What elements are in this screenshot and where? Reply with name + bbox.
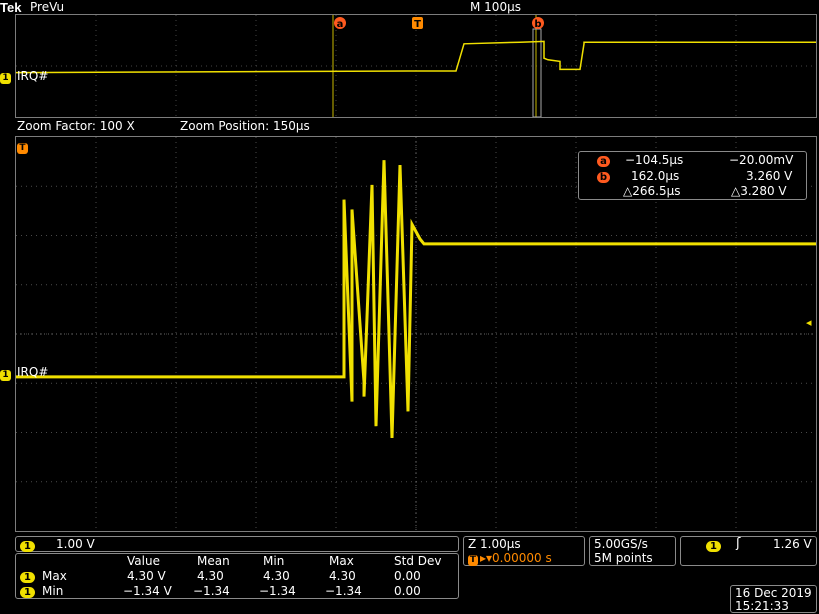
meas-row-max-stddev: 0.00	[394, 569, 421, 583]
zoom-trigger-marker: T	[17, 139, 28, 154]
overview-trigger-label: T	[414, 19, 421, 30]
cursor-readout-box: a −104.5µs −20.00mV b 162.0µs 3.260 V △2…	[578, 151, 807, 200]
meas-row-min-stddev: 0.00	[394, 584, 421, 598]
trigger-level-arrow-icon: ◂	[806, 316, 812, 329]
meas-row-max-mean: 4.30	[197, 569, 224, 583]
zoom-timebase-label: Z 1.00µs	[468, 537, 521, 551]
timebase-label: M 100µs	[470, 0, 521, 14]
record-length: 5M points	[594, 551, 653, 565]
meas-header-mean: Mean	[197, 554, 230, 568]
trigger-ch-badge: 1	[706, 538, 721, 552]
meas-row-min-mean: −1.34	[193, 584, 230, 598]
ch1-scale-box[interactable]: 1 1.00 V	[15, 536, 459, 552]
cursor-b-time: 162.0µs	[631, 169, 680, 183]
overview-ch1-marker: 1	[0, 69, 11, 84]
cursor-delta-value: △3.280 V	[731, 184, 787, 198]
trigger-offset-value: ▸▾0.00000 s	[480, 551, 552, 565]
cursor-b-badge: b	[597, 169, 610, 183]
cursor-a-marker-label: a	[337, 19, 344, 30]
zoom-ch1-marker: 1	[0, 366, 11, 381]
meas-row-max-name: Max	[42, 569, 67, 583]
meas-row-max-badge: 1	[20, 569, 35, 583]
meas-row-max-max: 4.30	[329, 569, 356, 583]
ch1-scale-badge: 1	[20, 538, 35, 552]
trigger-level: 1.26 V	[773, 537, 812, 551]
meas-header-max: Max	[329, 554, 354, 568]
meas-row-min-value: −1.34 V	[123, 584, 172, 598]
meas-header-min: Min	[263, 554, 285, 568]
overview-waveform-panel[interactable]: abT	[15, 14, 817, 118]
trigger-offset-badge: T	[468, 555, 478, 566]
meas-row-min-badge: 1	[20, 584, 35, 598]
meas-row-min-min: −1.34	[259, 584, 296, 598]
cursor-b-marker-label: b	[534, 19, 541, 30]
zoom-timebase-box[interactable]: Z 1.00µs T ▸▾0.00000 s	[463, 536, 585, 566]
cursor-b-value: 3.260 V	[746, 169, 793, 183]
trigger-box[interactable]: 1 ʃ 1.26 V	[680, 536, 817, 566]
date-label: 16 Dec 2019	[735, 586, 812, 600]
meas-row-max-value: 4.30 V	[127, 569, 166, 583]
overview-ch1-name: IRQ#	[17, 69, 49, 83]
brand-label: Tek	[0, 0, 22, 15]
cursor-delta-time: △266.5µs	[623, 184, 681, 198]
zoom-factor-label: Zoom Factor: 100 X	[17, 119, 135, 133]
sample-rate: 5.00GS/s	[594, 537, 648, 551]
cursor-a-badge: a	[597, 153, 610, 167]
time-label: 15:21:33	[735, 599, 789, 613]
cursor-a-value: −20.00mV	[729, 153, 794, 167]
meas-row-max-min: 4.30	[263, 569, 290, 583]
measurement-table: Value Mean Min Max Std Dev 1 Max 4.30 V …	[15, 553, 459, 599]
overview-plot: a bT	[16, 15, 816, 117]
meas-header-stddev: Std Dev	[394, 554, 442, 568]
datetime-box: 16 Dec 2019 15:21:33	[730, 585, 817, 613]
cursor-a-time: −104.5µs	[625, 153, 684, 167]
meas-row-min-max: −1.34	[325, 584, 362, 598]
zoom-ch1-name: IRQ#	[17, 365, 49, 379]
meas-header-value: Value	[127, 554, 160, 568]
overview-trace	[16, 40, 816, 74]
rising-edge-icon: ʃ	[736, 536, 741, 551]
mode-label: PreVu	[30, 0, 65, 14]
ch1-scale-value: 1.00 V	[56, 537, 95, 551]
meas-row-min-name: Min	[42, 584, 64, 598]
acquisition-box[interactable]: 5.00GS/s 5M points	[589, 536, 676, 566]
zoom-position-label: Zoom Position: 150µs	[180, 119, 310, 133]
